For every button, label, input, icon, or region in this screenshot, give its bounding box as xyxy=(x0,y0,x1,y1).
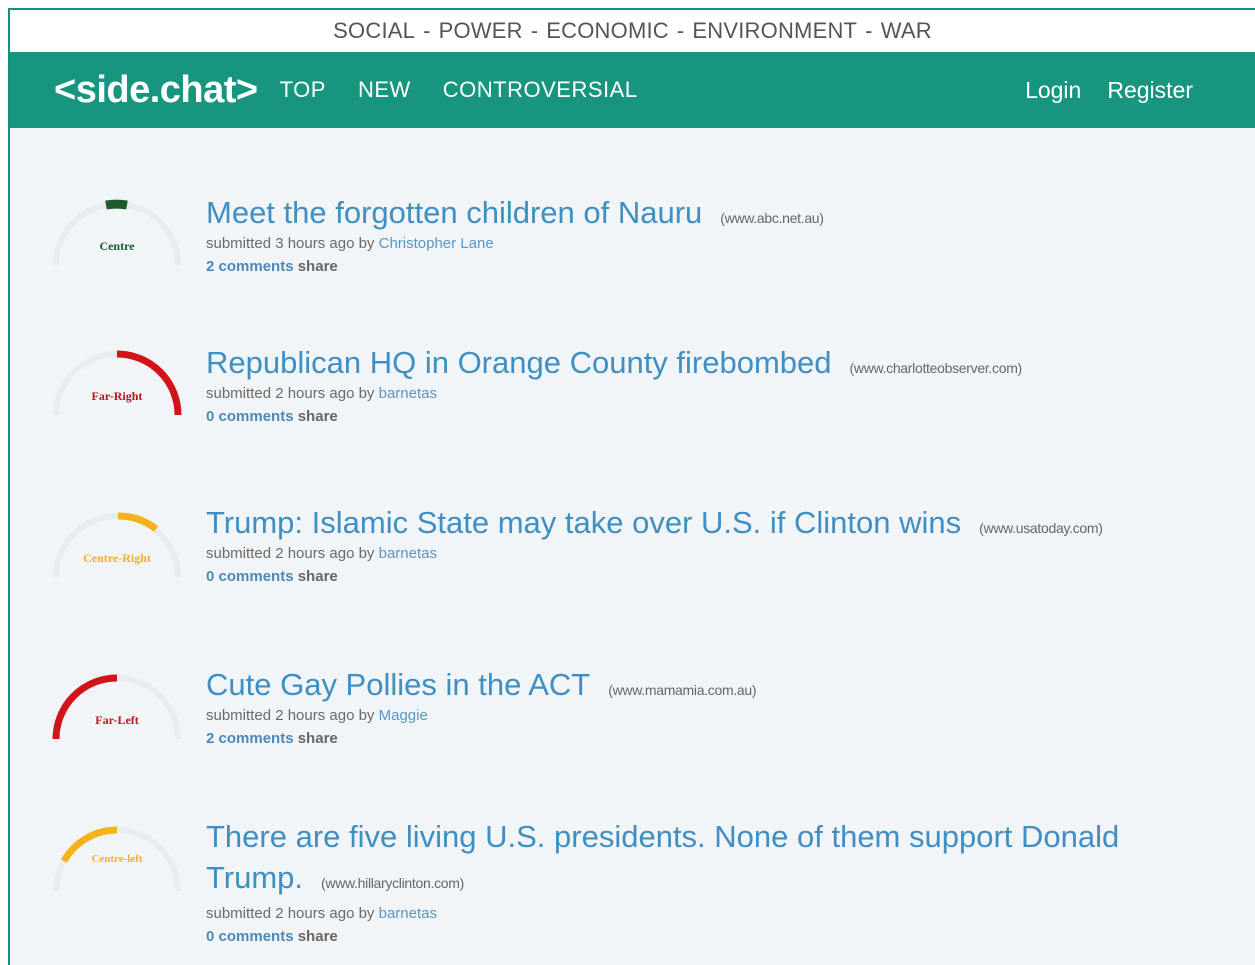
comments-link[interactable]: 2 comments xyxy=(206,258,294,275)
submitted-text: submitted 2 hours ago by xyxy=(206,385,375,402)
comments-link[interactable]: 0 comments xyxy=(206,408,294,425)
submitted-text: submitted 2 hours ago by xyxy=(206,545,375,562)
post-domain: (www.charlotteobserver.com) xyxy=(849,360,1023,376)
post-domain: (www.mamamia.com.au) xyxy=(608,682,757,698)
post-meta: submitted 2 hours ago by Maggie xyxy=(206,707,756,724)
post-title-link[interactable]: Meet the forgotten children of Nauru xyxy=(206,195,702,230)
bias-label: Far-Left xyxy=(95,713,139,727)
topic-social[interactable]: SOCIAL xyxy=(333,18,415,44)
post-body: Republican HQ in Orange County firebombe… xyxy=(206,345,1022,425)
comments-link[interactable]: 2 comments xyxy=(206,730,294,747)
gauge-dial xyxy=(53,199,181,266)
post-meta: submitted 2 hours ago by barnetas xyxy=(206,545,1103,562)
topic-environment[interactable]: ENVIRONMENT xyxy=(692,18,857,44)
login-link[interactable]: Login xyxy=(1025,77,1081,104)
post-body: Cute Gay Pollies in the ACT (www.mamamia.… xyxy=(206,667,757,747)
site-logo[interactable]: <side.chat> xyxy=(54,69,258,112)
register-link[interactable]: Register xyxy=(1107,77,1193,104)
author-link[interactable]: barnetas xyxy=(379,385,437,402)
gauge-dial xyxy=(52,674,181,740)
post-title-link[interactable]: Trump: Islamic State may take over U.S. … xyxy=(206,505,961,540)
post-title-link[interactable]: Republican HQ in Orange County firebombe… xyxy=(206,345,832,380)
bias-label: Centre-left xyxy=(91,853,143,865)
submitted-text: submitted 2 hours ago by xyxy=(206,707,375,724)
post-body: Meet the forgotten children of Nauru (www… xyxy=(206,195,824,275)
bias-gauge: Centre-Right xyxy=(46,501,188,581)
gauge-track xyxy=(53,351,181,416)
author-link[interactable]: barnetas xyxy=(379,905,437,922)
post-domain: (www.hillaryclinton.com) xyxy=(321,875,464,891)
submitted-text: submitted 2 hours ago by xyxy=(206,905,375,922)
nav-top[interactable]: TOP xyxy=(280,77,326,103)
share-link[interactable]: share xyxy=(298,408,338,425)
post-meta: submitted 2 hours ago by barnetas xyxy=(206,905,1206,922)
gauge-track xyxy=(53,675,181,740)
post-domain: (www.abc.net.au) xyxy=(720,210,824,226)
post-meta: submitted 2 hours ago by barnetas xyxy=(206,385,1022,402)
bias-label: Far-Right xyxy=(91,389,143,403)
bias-gauge: Far-Left xyxy=(46,663,188,743)
post-body: Trump: Islamic State may take over U.S. … xyxy=(206,505,1103,585)
gauge-dial xyxy=(53,512,181,578)
share-link[interactable]: share xyxy=(298,258,338,275)
post-domain: (www.usatoday.com) xyxy=(979,520,1103,536)
bias-gauge: Centre xyxy=(46,189,188,269)
gauge-track xyxy=(53,513,181,578)
topic-power[interactable]: POWER xyxy=(439,18,523,44)
author-link[interactable]: barnetas xyxy=(379,545,437,562)
gauge-track xyxy=(53,201,181,266)
post-actions: 2 comments share xyxy=(206,730,756,747)
bias-label: Centre-Right xyxy=(83,551,151,565)
gauge-indicator xyxy=(116,350,182,416)
nav-new[interactable]: NEW xyxy=(358,77,411,103)
topic-economic[interactable]: ECONOMIC xyxy=(546,18,669,44)
gauge-indicator xyxy=(105,199,128,210)
share-link[interactable]: share xyxy=(298,568,338,585)
topic-separator: - xyxy=(423,18,431,43)
comments-link[interactable]: 0 comments xyxy=(206,568,294,585)
topic-war[interactable]: WAR xyxy=(881,18,932,44)
gauge-dial xyxy=(53,350,182,416)
bias-gauge: Centre-left xyxy=(46,815,188,895)
topic-separator: - xyxy=(530,18,539,43)
submitted-text: submitted 3 hours ago by xyxy=(206,235,375,252)
post-title-link[interactable]: Cute Gay Pollies in the ACT xyxy=(206,667,590,702)
topic-separator: - xyxy=(865,18,873,43)
post-meta: submitted 3 hours ago by Christopher Lan… xyxy=(206,235,824,252)
gauge-indicator xyxy=(52,674,118,740)
navbar: <side.chat> TOP NEW CONTROVERSIAL Login … xyxy=(10,52,1255,128)
page-frame: SOCIAL - POWER - ECONOMIC - ENVIRONMENT … xyxy=(8,8,1255,965)
post-body: There are five living U.S. presidents. N… xyxy=(206,819,1206,945)
nav-controversial[interactable]: CONTROVERSIAL xyxy=(443,77,638,103)
post-actions: 2 comments share xyxy=(206,258,824,275)
bias-label: Centre xyxy=(99,239,135,253)
share-link[interactable]: share xyxy=(298,928,338,945)
post-actions: 0 comments share xyxy=(206,928,1206,945)
share-link[interactable]: share xyxy=(298,730,338,747)
topics-bar: SOCIAL - POWER - ECONOMIC - ENVIRONMENT … xyxy=(10,10,1255,52)
nav-links: TOP NEW CONTROVERSIAL xyxy=(280,77,670,103)
author-link[interactable]: Christopher Lane xyxy=(379,235,494,252)
gauge-indicator xyxy=(117,512,159,532)
post-actions: 0 comments share xyxy=(206,408,1022,425)
post-actions: 0 comments share xyxy=(206,568,1103,585)
comments-link[interactable]: 0 comments xyxy=(206,928,294,945)
bias-gauge: Far-Right xyxy=(46,339,188,419)
topic-separator: - xyxy=(676,18,685,43)
auth-links: Login Register xyxy=(999,77,1193,104)
author-link[interactable]: Maggie xyxy=(379,707,428,724)
